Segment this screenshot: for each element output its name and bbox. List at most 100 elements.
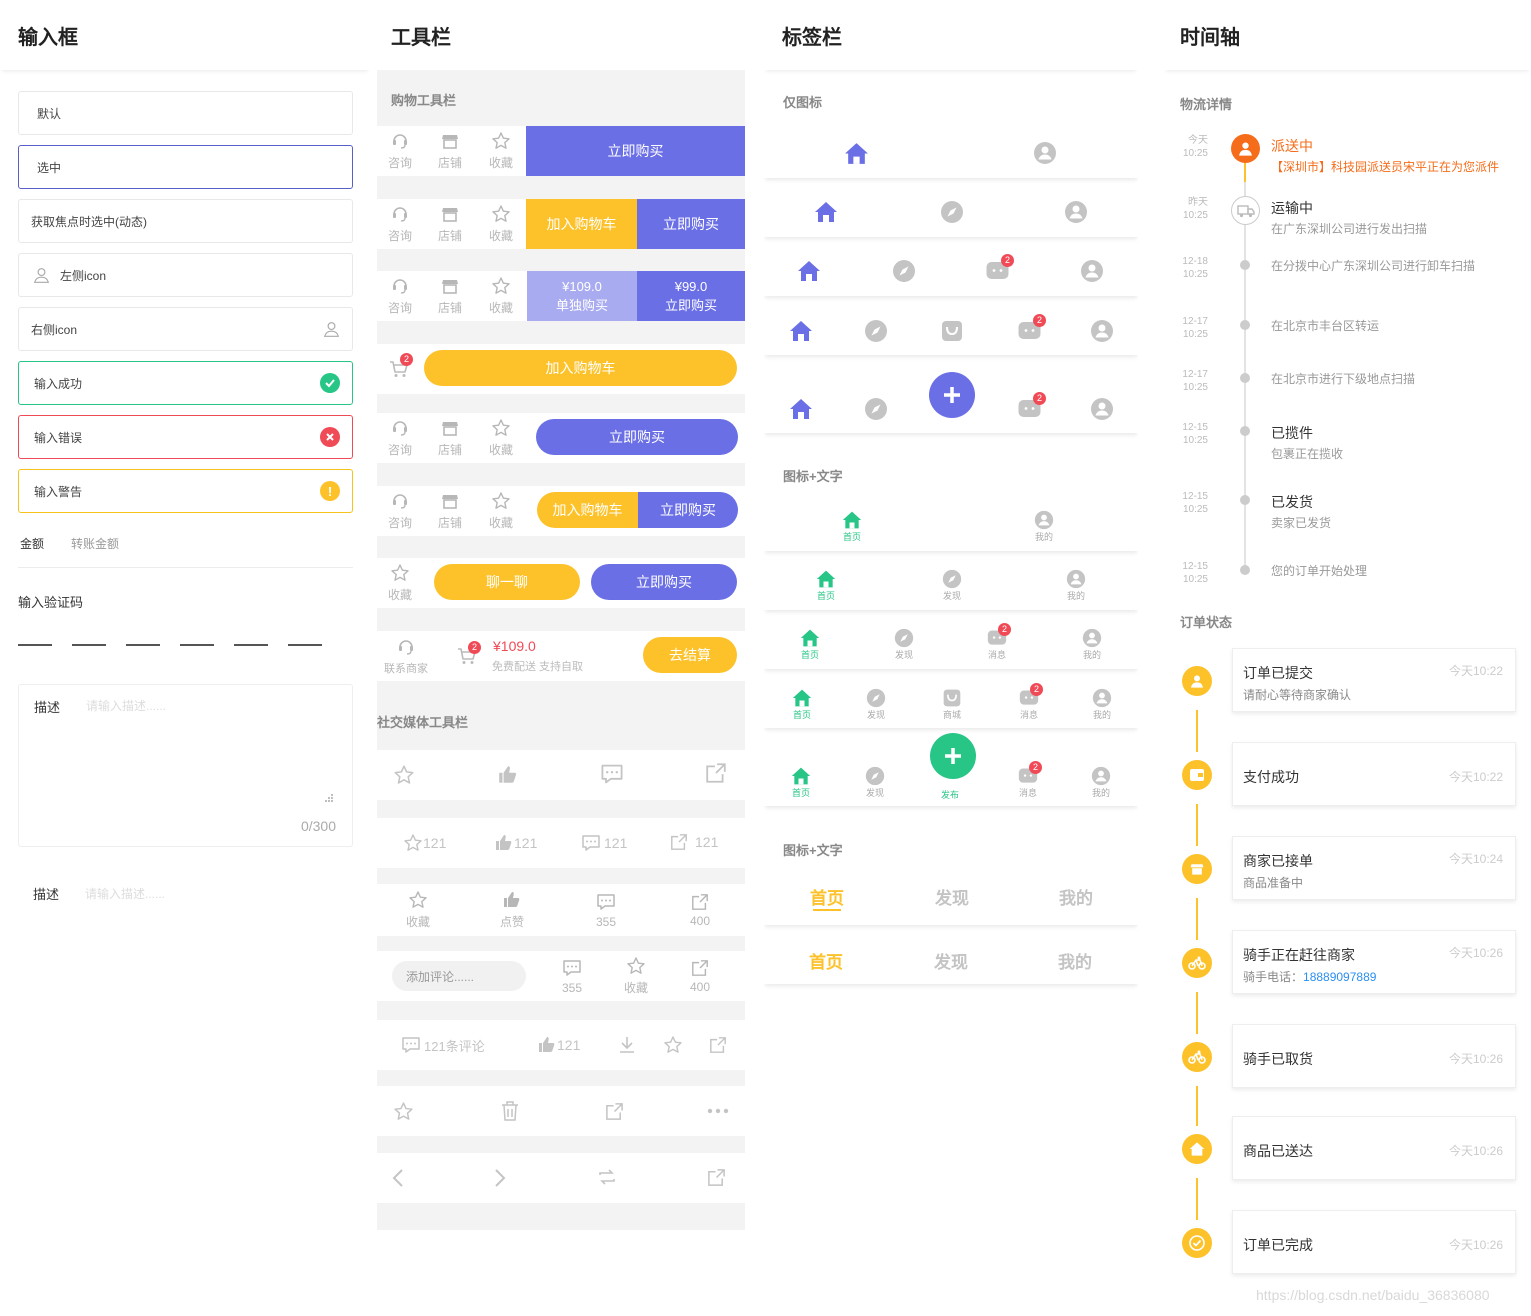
amount-input[interactable]: 转账金额: [71, 535, 119, 552]
compass-icon[interactable]: [892, 259, 916, 283]
user-icon[interactable]: [1090, 319, 1114, 343]
home-icon[interactable]: [844, 141, 869, 166]
message-tab[interactable]: 2: [1017, 314, 1046, 343]
tab-home[interactable]: 首页: [792, 688, 812, 721]
store-button[interactable]: 店铺: [427, 126, 473, 176]
collect-button[interactable]: 收藏: [478, 126, 524, 176]
home-icon[interactable]: [789, 319, 813, 343]
tab-mine[interactable]: 我的: [1082, 628, 1102, 661]
group-buy-button[interactable]: ¥99.0 立即购买: [637, 271, 745, 321]
description-textarea[interactable]: 描述 请输入描述...... 0/300: [18, 684, 353, 847]
comment-icon[interactable]: [600, 762, 624, 786]
compass-icon[interactable]: [864, 397, 888, 421]
download-icon[interactable]: [617, 1035, 637, 1055]
tab-home[interactable]: 首页: [800, 628, 820, 661]
focus-input[interactable]: 获取焦点时选中(动态): [18, 199, 353, 243]
verify-code-slots[interactable]: [18, 644, 338, 646]
buy-now-button[interactable]: 立即购买: [526, 126, 745, 176]
collect-button[interactable]: 收藏: [478, 271, 524, 321]
user-icon[interactable]: [1080, 259, 1104, 283]
share-icon[interactable]: [709, 1036, 727, 1054]
store-button[interactable]: 店铺: [427, 271, 473, 321]
tab-mine[interactable]: 我的: [1066, 569, 1086, 602]
message-tab[interactable]: 2: [985, 254, 1014, 283]
comment-input[interactable]: 添加评论......: [392, 961, 526, 991]
cart-button[interactable]: 2: [389, 353, 413, 379]
add-to-cart-button[interactable]: 加入购物车: [424, 350, 737, 386]
tab-home[interactable]: 首页: [842, 510, 862, 543]
tab-mine[interactable]: 我的: [1034, 510, 1054, 543]
consult-button[interactable]: 咨询: [377, 126, 423, 176]
chat-button[interactable]: 聊一聊: [434, 564, 580, 600]
tab-discover[interactable]: 发现: [894, 628, 914, 661]
tab-home[interactable]: 首页: [809, 948, 843, 973]
collect-button[interactable]: 收藏: [395, 884, 441, 936]
add-to-cart-button[interactable]: 加入购物车: [537, 492, 638, 528]
star-icon[interactable]: [393, 764, 415, 786]
selected-input[interactable]: 选中: [18, 145, 353, 189]
collect-button[interactable]: 收藏: [478, 486, 524, 536]
right-icon-input[interactable]: 右侧icon: [18, 307, 353, 351]
checkout-button[interactable]: 去结算: [643, 637, 737, 673]
left-icon-input[interactable]: 左侧icon: [18, 253, 353, 297]
tab-home[interactable]: 首页: [791, 766, 811, 799]
like-icon[interactable]: [497, 764, 519, 786]
cart-button[interactable]: 2: [457, 641, 481, 666]
compass-icon[interactable]: [940, 200, 964, 224]
user-icon[interactable]: [1090, 397, 1114, 421]
consult-button[interactable]: 咨询: [377, 486, 423, 536]
comments-button[interactable]: 121条评论: [401, 1035, 485, 1055]
add-to-cart-button[interactable]: 加入购物车: [526, 199, 637, 249]
tab-message[interactable]: 消息 2: [1018, 761, 1042, 799]
forward-arrow-icon[interactable]: [493, 1168, 507, 1188]
comment-count-button[interactable]: 121: [581, 833, 627, 853]
more-icon[interactable]: [707, 1108, 729, 1114]
verify-code-slot[interactable]: [126, 644, 160, 646]
comment-button[interactable]: 355: [583, 884, 629, 936]
like-button[interactable]: 点赞: [489, 884, 535, 936]
like-count-button[interactable]: 121: [494, 833, 537, 853]
warning-input[interactable]: 输入警告 !: [18, 469, 353, 513]
bag-icon[interactable]: [940, 319, 964, 343]
trash-icon[interactable]: [500, 1100, 520, 1122]
consult-button[interactable]: 咨询: [377, 271, 423, 321]
comment-button[interactable]: 355: [549, 951, 595, 1001]
user-icon[interactable]: [1033, 141, 1057, 165]
tab-discover[interactable]: 发现: [935, 884, 969, 909]
success-input[interactable]: 输入成功: [18, 361, 353, 405]
tab-discover[interactable]: 发现: [866, 688, 886, 721]
buy-now-button[interactable]: 立即购买: [591, 564, 737, 600]
tab-discover[interactable]: 发现: [934, 948, 968, 973]
share-icon[interactable]: [705, 762, 727, 784]
buy-now-button[interactable]: 立即购买: [536, 419, 738, 455]
store-button[interactable]: 店铺: [427, 413, 473, 463]
collect-button[interactable]: 收藏: [613, 951, 659, 1001]
verify-code-slot[interactable]: [234, 644, 268, 646]
tab-message[interactable]: 消息 2: [1019, 683, 1043, 721]
publish-plus-button[interactable]: [929, 372, 975, 418]
store-button[interactable]: 店铺: [427, 199, 473, 249]
tab-home[interactable]: 首页: [816, 569, 836, 602]
rider-phone-link[interactable]: 18889097889: [1303, 970, 1376, 984]
buy-now-button[interactable]: 立即购买: [637, 199, 745, 249]
store-button[interactable]: 店铺: [427, 486, 473, 536]
verify-code-slot[interactable]: [180, 644, 214, 646]
star-icon[interactable]: [663, 1035, 683, 1055]
error-input[interactable]: 输入错误: [18, 415, 353, 459]
buy-now-button[interactable]: 立即购买: [638, 492, 738, 528]
back-arrow-icon[interactable]: [391, 1168, 405, 1188]
verify-code-slot[interactable]: [18, 644, 52, 646]
tab-mall[interactable]: 商城: [942, 688, 962, 721]
tab-discover[interactable]: 发现: [942, 569, 962, 602]
tab-mine[interactable]: 我的: [1092, 688, 1112, 721]
contact-merchant-button[interactable]: 联系商家: [383, 631, 429, 681]
resize-handle-icon[interactable]: [324, 793, 334, 803]
tab-home[interactable]: 首页: [810, 884, 844, 909]
message-tab[interactable]: 2: [1017, 392, 1046, 421]
tab-mine[interactable]: 我的: [1058, 948, 1092, 973]
consult-button[interactable]: 咨询: [377, 413, 423, 463]
tab-discover[interactable]: 发现: [865, 766, 885, 799]
share-icon[interactable]: [605, 1102, 624, 1121]
compass-icon[interactable]: [864, 319, 888, 343]
share-button[interactable]: 400: [677, 951, 723, 1001]
